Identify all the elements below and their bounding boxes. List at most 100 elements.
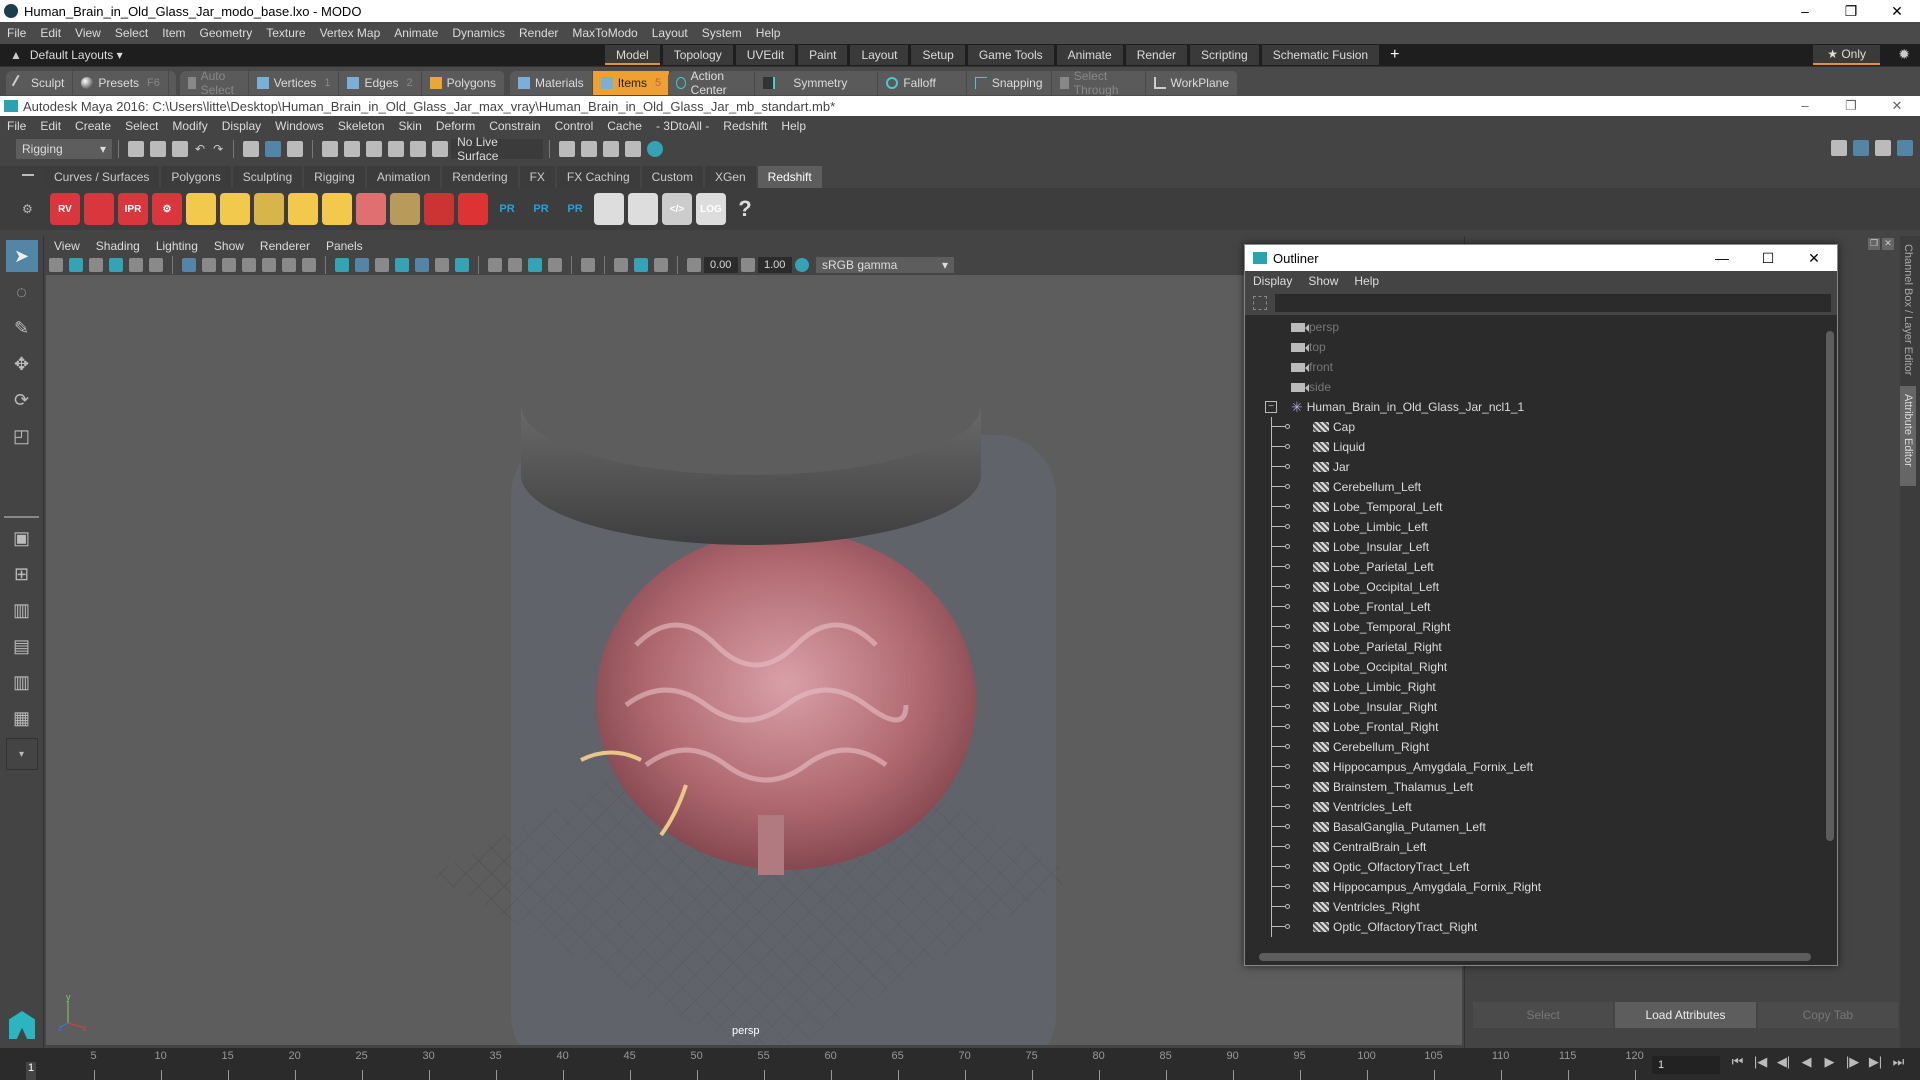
redo-icon[interactable]: ↷ [213, 142, 223, 156]
layout-up-icon[interactable]: ▲ [10, 48, 22, 62]
rs-ies-light-icon[interactable] [254, 193, 284, 225]
save-scene-icon[interactable] [172, 141, 188, 157]
layout-tab-topology[interactable]: Topology [662, 45, 733, 65]
current-frame-field[interactable]: 1 [1652, 1056, 1720, 1074]
bookmark-icon[interactable] [89, 258, 103, 272]
modo-menu-texture[interactable]: Texture [259, 26, 312, 40]
outliner-mesh-item[interactable]: Lobe_Occipital_Left [1245, 577, 1823, 597]
modo-close-button[interactable]: ✕ [1874, 0, 1920, 22]
step-back-key-button[interactable]: |◀ [1749, 1054, 1772, 1070]
wireframe-icon[interactable] [335, 258, 349, 272]
screen-space-ao-icon[interactable] [488, 258, 502, 272]
safe-title-icon[interactable] [302, 258, 316, 272]
maya-menu-file[interactable]: File [0, 119, 33, 133]
snap-view-plane-icon[interactable] [410, 141, 427, 157]
outliner-mesh-item[interactable]: Optic_OlfactoryTract_Right [1245, 917, 1823, 937]
workplane-button[interactable]: WorkPlane [1146, 71, 1238, 95]
snap-projected-icon[interactable] [388, 141, 405, 157]
rs-shader-icon[interactable] [424, 193, 454, 225]
maya-menu-cache[interactable]: Cache [600, 119, 649, 133]
modo-menu-layout[interactable]: Layout [645, 26, 695, 40]
attribute-editor-tab[interactable]: Attribute Editor [1900, 386, 1916, 486]
outliner-mesh-item[interactable]: BasalGanglia_Putamen_Left [1245, 817, 1823, 837]
layout-tab-game-tools[interactable]: Game Tools [967, 45, 1054, 65]
auto-select-button[interactable]: Auto Select [180, 69, 249, 97]
lasso-tool-icon[interactable]: ◌ [6, 276, 38, 308]
play-forward-button[interactable]: ▶ [1818, 1054, 1841, 1070]
modo-menu-system[interactable]: System [695, 26, 749, 40]
single-pane-layout-icon[interactable]: ▣ [6, 522, 38, 554]
2d-pan-zoom-icon[interactable] [129, 258, 143, 272]
gamma-icon[interactable] [741, 258, 755, 272]
outliner-camera-item[interactable]: front [1245, 357, 1823, 377]
shelf-tab-fx[interactable]: FX [519, 166, 555, 188]
rs-ipr-icon[interactable]: IPR [118, 193, 148, 225]
default-material-icon[interactable] [375, 258, 389, 272]
snap-curve-icon[interactable] [344, 141, 361, 157]
hypershade-icon[interactable] [647, 141, 664, 157]
rotate-tool-icon[interactable]: ⟳ [6, 384, 38, 416]
modo-menu-animate[interactable]: Animate [387, 26, 445, 40]
layout-tab-render[interactable]: Render [1125, 45, 1188, 65]
select-through-button[interactable]: Select Through [1052, 69, 1146, 97]
maya-close-button[interactable]: ✕ [1874, 96, 1920, 116]
outliner-camera-item[interactable]: top [1245, 337, 1823, 357]
outliner-mesh-item[interactable]: Cerebellum_Right [1245, 737, 1823, 757]
outliner-menu-show[interactable]: Show [1300, 274, 1346, 288]
rs-pies-icon[interactable] [594, 193, 624, 225]
maya-menu-display[interactable]: Display [215, 119, 268, 133]
maya-menu-help[interactable]: Help [774, 119, 813, 133]
more-layouts-icon[interactable]: ▾ [5, 738, 38, 770]
viewport-menu-show[interactable]: Show [206, 239, 252, 253]
symmetry-button[interactable]: Symmetry [755, 71, 879, 95]
shelf-tabs-menu-icon[interactable] [22, 174, 34, 176]
select-component-icon[interactable] [287, 141, 304, 157]
shelf-tab-custom[interactable]: Custom [641, 166, 703, 188]
outliner-mesh-item[interactable]: Jar [1245, 457, 1823, 477]
scrollbar-thumb[interactable] [1826, 331, 1834, 841]
add-layout-tab-button[interactable]: + [1390, 46, 1399, 64]
modo-menu-edit[interactable]: Edit [33, 26, 68, 40]
falloff-button[interactable]: Falloff [878, 71, 967, 95]
exposure-icon[interactable] [687, 258, 701, 272]
outliner-mesh-item[interactable]: Lobe_Occipital_Right [1245, 657, 1823, 677]
shelf-tab-rigging[interactable]: Rigging [304, 166, 365, 188]
maya-menu-deform[interactable]: Deform [429, 119, 482, 133]
rs-settings-icon[interactable]: ⚙ [152, 193, 182, 225]
snapping-button[interactable]: Snapping [967, 71, 1052, 95]
load-attributes-button[interactable]: Load Attributes [1615, 1002, 1756, 1028]
open-scene-icon[interactable] [150, 141, 166, 157]
step-forward-frame-button[interactable]: |▶ [1841, 1054, 1864, 1070]
outliner-persp-layout-icon[interactable]: ▥ [6, 594, 38, 626]
xray-active-icon[interactable] [634, 258, 648, 272]
outliner-close-button[interactable]: ✕ [1791, 245, 1837, 271]
viewport-menu-lighting[interactable]: Lighting [148, 239, 206, 253]
go-to-end-button[interactable]: ⏭ [1887, 1054, 1910, 1070]
help-icon[interactable]: ? [730, 193, 760, 225]
rs-pr-convert-icon[interactable]: PR [560, 193, 590, 225]
outliner-maximize-button[interactable]: ☐ [1745, 245, 1791, 271]
make-live-icon[interactable] [432, 141, 449, 157]
motion-blur-icon[interactable] [508, 258, 522, 272]
maya-menu-modify[interactable]: Modify [165, 119, 214, 133]
materials-button[interactable]: Materials [510, 71, 593, 95]
viewport-menu-view[interactable]: View [46, 239, 88, 253]
modo-menu-geometry[interactable]: Geometry [193, 26, 260, 40]
rs-script-icon[interactable]: </> [662, 193, 692, 225]
sculpt-button[interactable]: Sculpt [6, 71, 74, 95]
outliner-camera-item[interactable]: side [1245, 377, 1823, 397]
copy-tab-button[interactable]: Copy Tab [1757, 1002, 1898, 1028]
outliner-mesh-item[interactable]: Optic_OlfactoryTract_Left [1245, 857, 1823, 877]
rs-pr-import-icon[interactable]: PR [526, 193, 556, 225]
shadows-icon[interactable] [455, 258, 469, 272]
shelf-tab-animation[interactable]: Animation [366, 166, 441, 188]
rs-pie-icon[interactable] [628, 193, 658, 225]
image-plane-icon[interactable] [109, 258, 123, 272]
layout-tab-animate[interactable]: Animate [1056, 45, 1123, 65]
outliner-menu-help[interactable]: Help [1346, 274, 1387, 288]
rs-hair-icon[interactable] [390, 193, 420, 225]
modo-menu-select[interactable]: Select [108, 26, 155, 40]
tool-settings-icon[interactable] [1875, 140, 1891, 156]
rs-render-view-icon[interactable]: RV [50, 193, 80, 225]
menuset-dropdown[interactable]: Rigging ▾ [16, 139, 112, 159]
